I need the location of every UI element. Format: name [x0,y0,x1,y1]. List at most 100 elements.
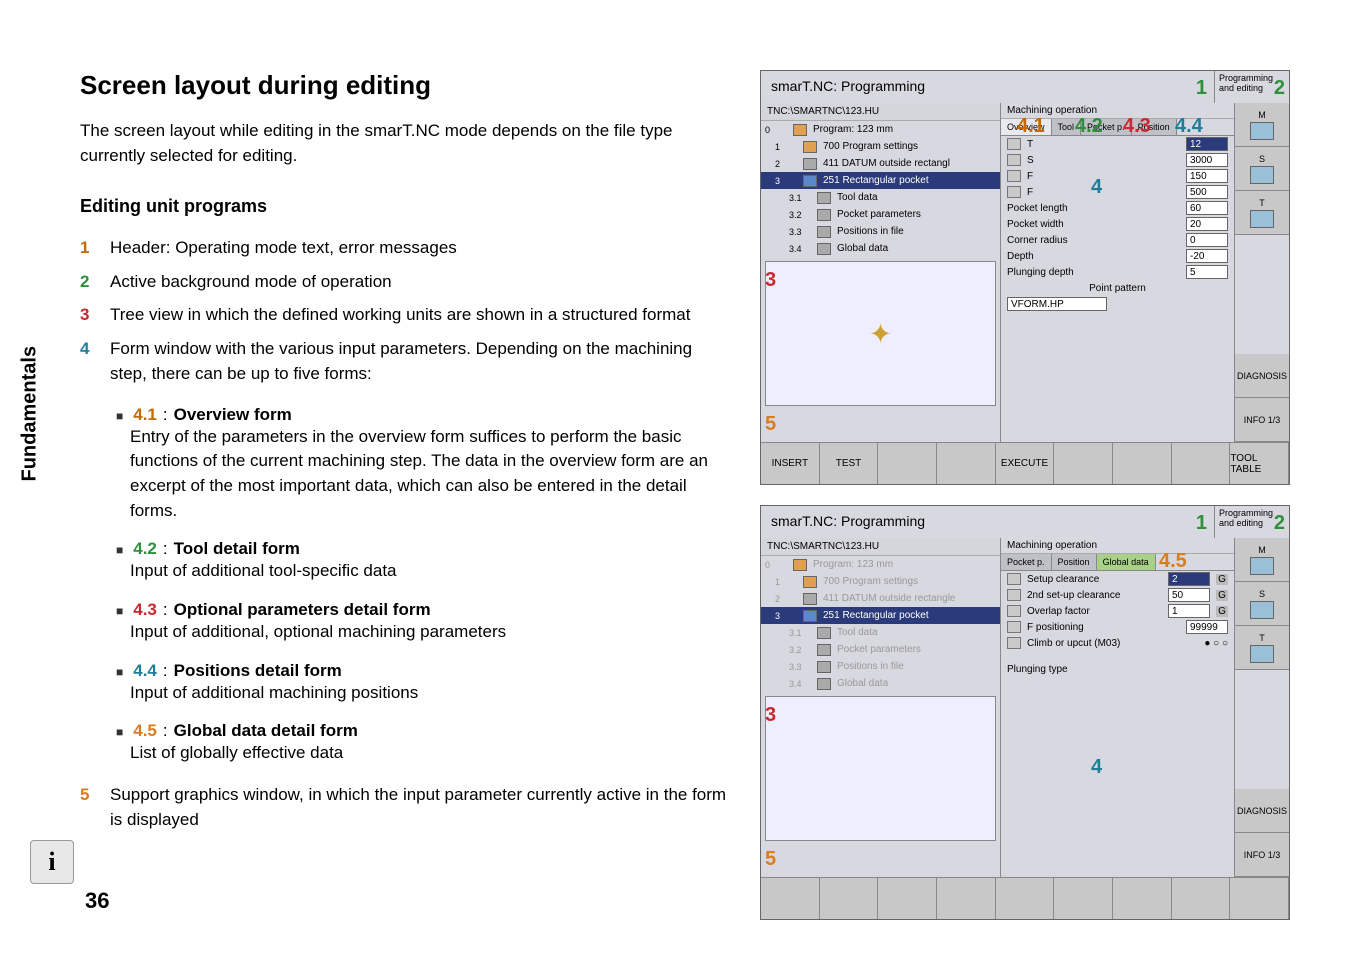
g-flag: G [1216,590,1228,601]
colon: : [163,600,168,620]
bottom-button[interactable]: TOOL TABLE [1230,443,1289,484]
bottom-button[interactable] [1054,443,1113,484]
tree-row[interactable]: 3.3Positions in file [761,658,1000,675]
diagnosis-button[interactable]: DIAGNOSIS [1235,354,1289,398]
tree-sub: 0 [765,560,787,570]
right-button[interactable]: S [1235,582,1289,626]
bottom-button[interactable] [820,878,879,919]
sub-item: ■4.4: Positions detail formInput of addi… [116,661,730,706]
bottom-button[interactable] [937,878,996,919]
tree-row[interactable]: 3.4Global data [761,240,1000,257]
tree-row[interactable]: 2411 DATUM outside rectangle [761,590,1000,607]
bottom-button[interactable] [878,878,937,919]
info-button[interactable]: INFO 1/3 [1235,398,1289,442]
form-tab[interactable]: Pocket p. [1001,554,1052,570]
form-tab[interactable]: Global data [1097,554,1156,570]
row-value[interactable]: 12 [1186,137,1228,151]
bottom-button[interactable] [1230,878,1289,919]
form-tab[interactable]: Position [1052,554,1097,570]
sub-title: Global data detail form [174,721,358,741]
bottom-button[interactable] [1172,443,1231,484]
bottom-button[interactable] [878,443,937,484]
tree-row[interactable]: 3.3Positions in file [761,223,1000,240]
form-row: Corner radius0 [1001,232,1234,248]
diagnosis-button[interactable]: DIAGNOSIS [1235,789,1289,833]
list-number: 5 [80,782,98,833]
tree-row[interactable]: 3251 Rectangular pocket [761,607,1000,624]
tree-row[interactable]: 3.1Tool data [761,189,1000,206]
tree-icon [803,576,817,588]
row-value[interactable]: 1 [1168,604,1210,618]
row-value[interactable]: 99999 [1186,620,1228,634]
row-label: Overlap factor [1027,606,1162,617]
row-label: F [1027,187,1180,198]
form-row: Overlap factor1G [1001,603,1234,619]
tree-row[interactable]: 3.4Global data [761,675,1000,692]
bottom-button[interactable] [1113,443,1172,484]
ss-title: smarT.NC: Programming [761,71,1214,103]
bottom-button[interactable] [761,878,820,919]
row-value[interactable]: 500 [1186,185,1228,199]
tree-row[interactable]: 3.2Pocket parameters [761,206,1000,223]
right-button[interactable]: T [1235,191,1289,235]
bottom-button[interactable]: TEST [820,443,879,484]
row-value[interactable]: 50 [1168,588,1210,602]
row-value[interactable]: 3000 [1186,153,1228,167]
colon: : [163,539,168,559]
page-number: 36 [85,888,109,914]
tree-icon [803,175,817,187]
screenshot-1: smarT.NC: Programming Programming and ed… [760,70,1290,485]
tree-row[interactable]: 2411 DATUM outside rectangl [761,155,1000,172]
bullet-marker: ■ [116,604,123,618]
row-value[interactable]: 5 [1186,265,1228,279]
tree-row[interactable]: 3251 Rectangular pocket [761,172,1000,189]
row-value[interactable]: 150 [1186,169,1228,183]
tree-icon [793,124,807,136]
bottom-button[interactable] [1172,878,1231,919]
row-icon [1007,605,1021,617]
form-row: F positioning99999 [1001,619,1234,635]
bottom-button[interactable] [937,443,996,484]
row-value[interactable]: 60 [1186,201,1228,215]
tree-row[interactable]: 3.1Tool data [761,624,1000,641]
list-text: Active background mode of operation [110,269,392,295]
form-row: F 500 [1001,184,1234,200]
bottom-button[interactable] [1113,878,1172,919]
info-icon: i [30,840,74,884]
form-row: F 150 [1001,168,1234,184]
right-toolbar: MST DIAGNOSISINFO 1/3 [1234,538,1289,877]
right-button[interactable]: S [1235,147,1289,191]
right-button[interactable]: M [1235,538,1289,582]
bottom-button[interactable] [1054,878,1113,919]
tree-row[interactable]: 3.2Pocket parameters [761,641,1000,658]
tree-icon [793,559,807,571]
form-panel: Machining operation Pocket p.PositionGlo… [1001,538,1234,877]
sub-number: 4.2 [133,539,157,559]
tree-row[interactable]: 1700 Program settings [761,138,1000,155]
bottom-button[interactable]: EXECUTE [996,443,1055,484]
vform-field[interactable]: VFORM.HP [1007,297,1107,311]
form-header: Machining operation [1001,538,1234,554]
bottom-button[interactable] [996,878,1055,919]
row-value[interactable]: -20 [1186,249,1228,263]
radio-group[interactable]: ● ○ ○ [1204,638,1228,649]
right-button[interactable]: M [1235,103,1289,147]
bottom-button[interactable]: INSERT [761,443,820,484]
form-row: Climb or upcut (M03)● ○ ○ [1001,635,1234,651]
row-value[interactable]: 0 [1186,233,1228,247]
tree-row[interactable]: 0Program: 123 mm [761,556,1000,573]
row-value[interactable]: 2 [1168,572,1210,586]
right-btn-icon [1250,601,1274,619]
right-btn-label: T [1259,633,1265,643]
marker-5: 5 [765,413,776,436]
row-value[interactable]: 20 [1186,217,1228,231]
tree-icon [803,593,817,605]
tree-panel: TNC:\SMARTNC\123.HU 0Program: 123 mm1700… [761,538,1001,877]
tree-label: Pocket parameters [837,644,921,655]
row-label: F [1027,171,1180,182]
screenshot-2: smarT.NC: Programming Programming and ed… [760,505,1290,920]
tree-row[interactable]: 1700 Program settings [761,573,1000,590]
info-button[interactable]: INFO 1/3 [1235,833,1289,877]
right-button[interactable]: T [1235,626,1289,670]
tree-row[interactable]: 0Program: 123 mm [761,121,1000,138]
